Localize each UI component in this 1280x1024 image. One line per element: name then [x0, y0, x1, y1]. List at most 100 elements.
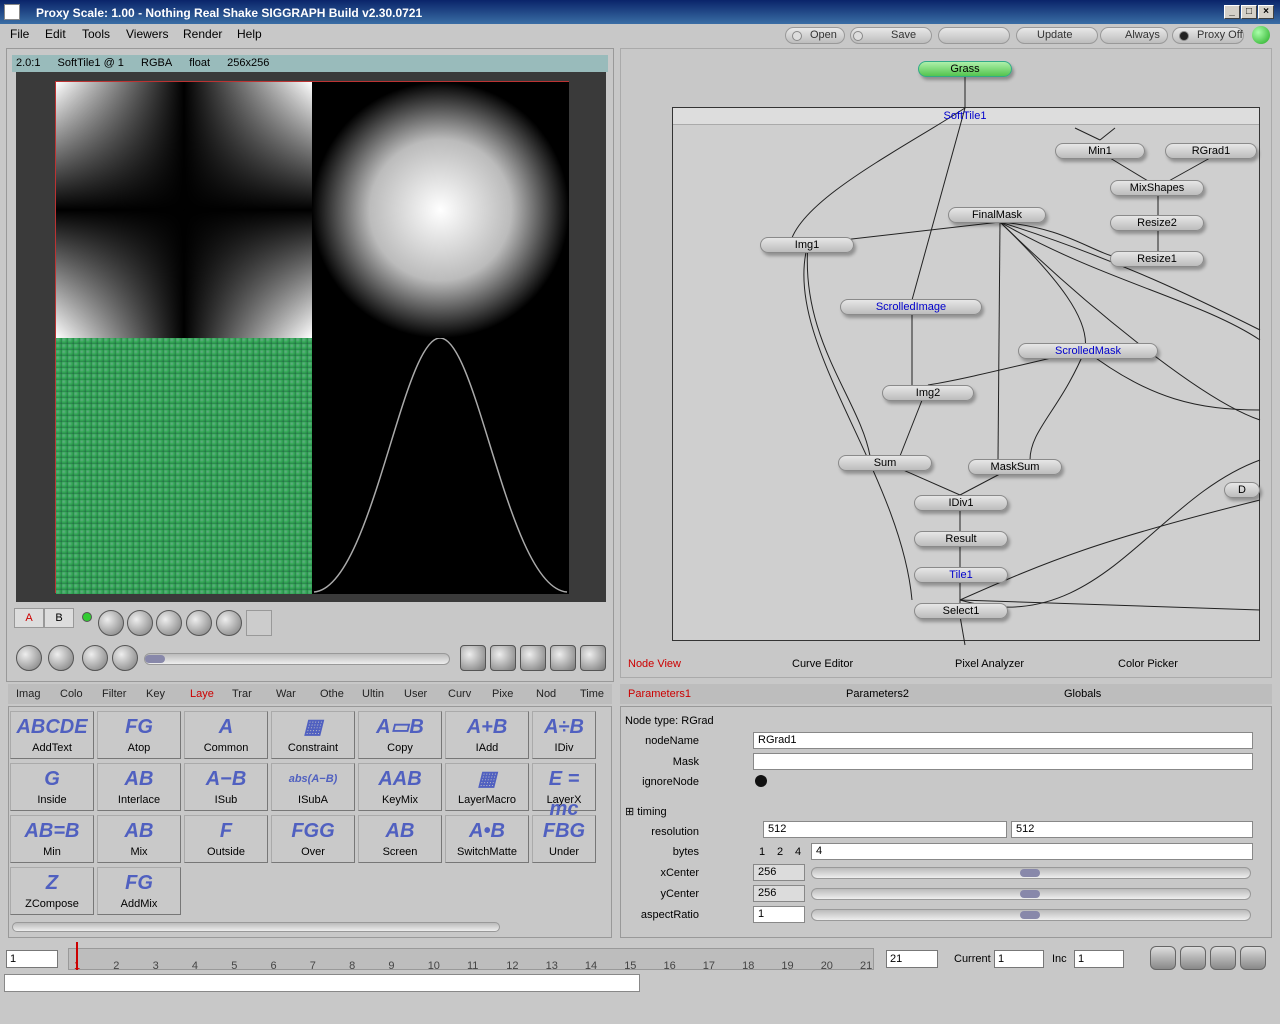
node-resize1[interactable]: Resize1 — [1110, 251, 1204, 267]
bytes-option-1[interactable]: 1 — [759, 846, 765, 858]
tool-isub[interactable]: A−B ISub — [184, 763, 268, 811]
node-sum[interactable]: Sum — [838, 455, 932, 471]
tab-parameters2[interactable]: Parameters2 — [846, 688, 909, 700]
node-d[interactable]: D — [1224, 482, 1260, 498]
tool-tab-othe[interactable]: Othe — [320, 688, 344, 700]
node-scrolledmask[interactable]: ScrolledMask — [1018, 343, 1158, 359]
node-result[interactable]: Result — [914, 531, 1008, 547]
tool-under[interactable]: FBG Under — [532, 815, 596, 863]
xcenter-knob[interactable] — [1020, 869, 1040, 877]
tool-tab-war[interactable]: War — [276, 688, 296, 700]
status-bar — [4, 974, 640, 992]
tool-addtext[interactable]: ABCDE AddText — [10, 711, 94, 759]
ycenter-field[interactable]: 256 — [753, 885, 805, 902]
tool-screen[interactable]: AB Screen — [358, 815, 442, 863]
node-img2[interactable]: Img2 — [882, 385, 974, 401]
aspect-label: aspectRatio — [640, 909, 699, 921]
node-min1[interactable]: Min1 — [1055, 143, 1145, 159]
tool-layerx[interactable]: E = mc LayerX — [532, 763, 596, 820]
tool-label: Screen — [382, 846, 418, 858]
tool-switchmatte[interactable]: A•B SwitchMatte — [445, 815, 529, 863]
node-resize2[interactable]: Resize2 — [1110, 215, 1204, 231]
home-frame-icon[interactable] — [1150, 946, 1176, 970]
tool-addmix[interactable]: FG AddMix — [97, 867, 181, 915]
resolution-x-field[interactable]: 512 — [763, 821, 1007, 838]
aspect-slider[interactable] — [811, 909, 1251, 921]
tool-tab-ultin[interactable]: Ultin — [362, 688, 384, 700]
timing-label[interactable]: ⊞ timing — [625, 805, 667, 818]
tool-idiv[interactable]: A÷B IDiv — [532, 711, 596, 759]
tool-common[interactable]: A Common — [184, 711, 268, 759]
stop-playback-icon[interactable] — [1210, 946, 1236, 970]
node-softtile1[interactable]: SoftTile1 — [920, 109, 1010, 125]
tool-tab-pixe[interactable]: Pixe — [492, 688, 513, 700]
resolution-label: resolution — [651, 826, 699, 838]
tool-zcompose[interactable]: Z ZCompose — [10, 867, 94, 915]
frame-tick: 15 — [624, 960, 637, 972]
bytes-field[interactable]: 4 — [811, 843, 1253, 860]
tab-pixel-analyzer[interactable]: Pixel Analyzer — [955, 658, 1024, 670]
tool-layermacro[interactable]: ▦ LayerMacro — [445, 763, 529, 811]
tool-copy[interactable]: A▭B Copy — [358, 711, 442, 759]
tool-tab-filter[interactable]: Filter — [102, 688, 126, 700]
node-masksum[interactable]: MaskSum — [968, 459, 1062, 475]
play-back-icon[interactable] — [1180, 946, 1206, 970]
tool-inside[interactable]: G Inside — [10, 763, 94, 811]
tool-tab-curv[interactable]: Curv — [448, 688, 471, 700]
tool-tab-colo[interactable]: Colo — [60, 688, 83, 700]
tool-tab-user[interactable]: User — [404, 688, 427, 700]
tool-tab-imag[interactable]: Imag — [16, 688, 40, 700]
tool-iadd[interactable]: A+B IAdd — [445, 711, 529, 759]
tool-interlace[interactable]: AB Interlace — [97, 763, 181, 811]
aspect-field[interactable]: 1 — [753, 906, 805, 923]
frame-tick: 5 — [231, 960, 238, 972]
tool-label: Under — [549, 846, 579, 858]
tool-tab-time[interactable]: Time — [580, 688, 604, 700]
tool-tab-key[interactable]: Key — [146, 688, 165, 700]
tool-tab-nod[interactable]: Nod — [536, 688, 556, 700]
current-frame-field[interactable]: 1 — [994, 950, 1044, 968]
ycenter-slider[interactable] — [811, 888, 1251, 900]
tab-node-view[interactable]: Node View — [628, 658, 681, 670]
tab-parameters1[interactable]: Parameters1 — [628, 688, 691, 700]
tool-label: Constraint — [287, 742, 339, 754]
nodeName-field[interactable]: RGrad1 — [753, 732, 1253, 749]
tool-isuba[interactable]: abs(A−B) ISubA — [271, 763, 355, 811]
tab-curve-editor[interactable]: Curve Editor — [792, 658, 853, 670]
tool-tab-trar[interactable]: Trar — [232, 688, 252, 700]
end-frame-field[interactable]: 21 — [886, 950, 938, 968]
start-frame-field[interactable]: 1 — [6, 950, 58, 968]
tool-tab-laye[interactable]: Laye — [190, 688, 214, 700]
node-rgrad1[interactable]: RGrad1 — [1165, 143, 1257, 159]
tab-color-picker[interactable]: Color Picker — [1118, 658, 1178, 670]
tool-scrollbar[interactable] — [12, 922, 500, 932]
tab-globals[interactable]: Globals — [1064, 688, 1101, 700]
node-finalmask[interactable]: FinalMask — [948, 207, 1046, 223]
node-select1[interactable]: Select1 — [914, 603, 1008, 619]
ignore-toggle[interactable] — [755, 775, 767, 787]
tool-over[interactable]: FGG Over — [271, 815, 355, 863]
bytes-option-2[interactable]: 2 — [777, 846, 783, 858]
bytes-option-4[interactable]: 4 — [795, 846, 801, 858]
xcenter-field[interactable]: 256 — [753, 864, 805, 881]
tool-min[interactable]: AB=B Min — [10, 815, 94, 863]
tool-keymix[interactable]: AAB KeyMix — [358, 763, 442, 811]
tool-mix[interactable]: AB Mix — [97, 815, 181, 863]
node-grass[interactable]: Grass — [918, 61, 1012, 77]
xcenter-slider[interactable] — [811, 867, 1251, 879]
node-idiv1[interactable]: IDiv1 — [914, 495, 1008, 511]
ycenter-knob[interactable] — [1020, 890, 1040, 898]
tool-outside[interactable]: F Outside — [184, 815, 268, 863]
tool-atop[interactable]: FG Atop — [97, 711, 181, 759]
node-tile1[interactable]: Tile1 — [914, 567, 1008, 583]
tool-label: LayerMacro — [457, 794, 517, 806]
tool-constraint[interactable]: ▦ Constraint — [271, 711, 355, 759]
resolution-y-field[interactable]: 512 — [1011, 821, 1253, 838]
node-scrolledimage[interactable]: ScrolledImage — [840, 299, 982, 315]
inc-field[interactable]: 1 — [1074, 950, 1124, 968]
node-mixshapes[interactable]: MixShapes — [1110, 180, 1204, 196]
mask-field[interactable] — [753, 753, 1253, 770]
aspect-knob[interactable] — [1020, 911, 1040, 919]
node-img1[interactable]: Img1 — [760, 237, 854, 253]
play-forward-icon[interactable] — [1240, 946, 1266, 970]
